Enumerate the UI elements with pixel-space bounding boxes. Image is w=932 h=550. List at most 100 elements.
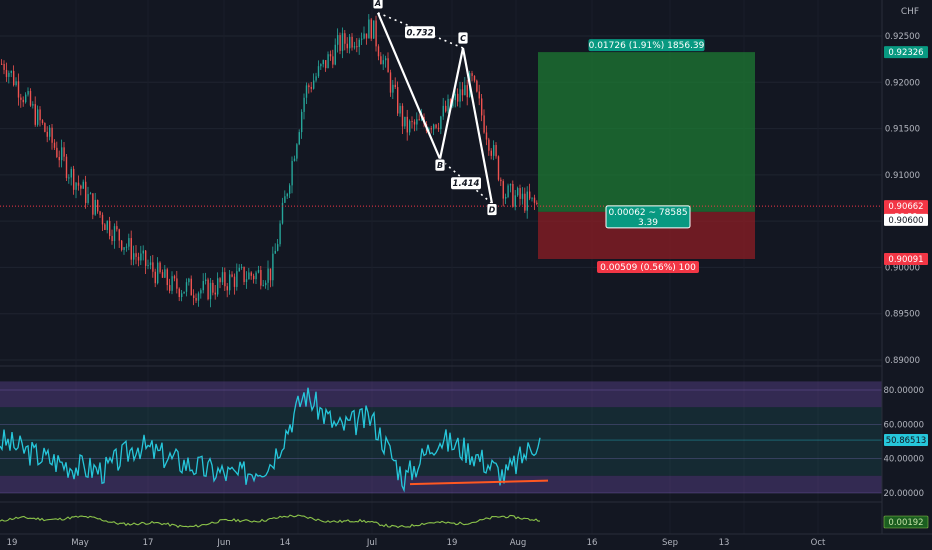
candle-body [188, 278, 190, 283]
rsi-middle-band [0, 407, 882, 476]
rsi-pane[interactable] [0, 381, 882, 494]
candle-body [293, 158, 296, 161]
time-label: Sep [662, 538, 678, 548]
candle-body [147, 265, 149, 267]
rsi-oversold-band [0, 475, 882, 493]
candle-body [435, 124, 437, 128]
price-tick-label: 0.92000 [885, 78, 920, 88]
candle-body [529, 191, 531, 199]
candle-body [377, 46, 380, 57]
candle-body [337, 35, 339, 45]
candle-body [229, 274, 231, 291]
candle-body [461, 89, 464, 96]
candle-body [118, 229, 120, 241]
target-label[interactable]: 0.01726 (1.91%) 1856.39 [588, 39, 705, 52]
trading-chart[interactable]: A B C D 0.732 1.414 0.01726 (1.91%) 1856.39 0… [0, 0, 932, 550]
candle-body [121, 240, 123, 250]
time-label: Aug [510, 538, 527, 548]
candle-body [533, 197, 536, 203]
candle-body [289, 185, 291, 194]
candle-body [370, 19, 372, 39]
candle-body [368, 19, 370, 39]
candle-body [217, 278, 219, 295]
candle-body [56, 147, 58, 157]
candle-body [32, 104, 34, 106]
candle-body [169, 285, 171, 291]
candle-body [255, 272, 257, 280]
candle-body [109, 220, 111, 236]
candle-body [113, 226, 116, 242]
candle-body [344, 33, 346, 44]
candle-body [238, 267, 240, 272]
candle-body [41, 120, 44, 124]
candle-body [181, 293, 183, 298]
candle-body [413, 121, 416, 125]
candle-body [137, 256, 140, 261]
candle-body [85, 181, 87, 203]
candle-body [195, 297, 197, 301]
candle-body [320, 64, 322, 67]
candle-body [133, 253, 135, 260]
candle-body [171, 276, 173, 291]
candle-body [159, 262, 161, 273]
entry-label[interactable]: 0.00062 ~ 78585 3.39 [605, 205, 691, 229]
candle-body [373, 20, 375, 39]
candle-body [502, 181, 504, 199]
candle-body [495, 145, 497, 157]
candle-body [334, 44, 336, 65]
candle-body [164, 269, 166, 278]
candle-body [301, 111, 303, 133]
candle-body [524, 193, 526, 211]
candle-body [250, 272, 252, 276]
candle-body [363, 33, 365, 39]
rsi-tick-label: 80.00000 [883, 386, 924, 396]
candle-body [257, 270, 260, 273]
candle-body [507, 185, 509, 197]
price-axis[interactable]: CHF 0.925000.920000.915000.910000.905000… [881, 0, 932, 534]
candle-body [481, 98, 483, 116]
candle-body [437, 127, 440, 130]
price-tick-label: 0.91000 [885, 171, 920, 181]
candle-body [401, 105, 404, 127]
stop-label[interactable]: 0.00509 (0.56%) 100 [597, 261, 699, 274]
candle-body [231, 274, 233, 277]
candle-body [22, 99, 24, 103]
candle-body [94, 199, 96, 215]
candle-body [154, 271, 156, 284]
candle-body [34, 104, 36, 125]
ratio-label-ac: 0.732 [407, 28, 434, 38]
candle-body [53, 142, 56, 148]
candle-body [409, 121, 411, 133]
candle-body [509, 184, 512, 186]
candle-body [233, 276, 236, 287]
candle-body [308, 85, 310, 88]
candle-body [152, 262, 154, 272]
candle-body [389, 72, 392, 93]
candle-body [27, 91, 29, 95]
candle-body [58, 156, 60, 161]
candle-body [442, 105, 444, 117]
candle-body [13, 70, 15, 86]
candle-body [190, 278, 192, 296]
profit-zone[interactable] [538, 52, 755, 212]
candle-body [277, 244, 279, 251]
time-axis-background [0, 534, 932, 550]
rsi-overbought-band [0, 381, 882, 408]
candle-body [464, 85, 466, 96]
candle-body [123, 247, 125, 250]
time-axis[interactable]: 19 May 17 Jun 14 Jul 19 Aug 16 Sep 13 Oct [0, 533, 932, 550]
candle-body [8, 72, 10, 77]
candle-body [418, 119, 420, 121]
candle-body [536, 202, 538, 204]
candle-body [104, 224, 106, 230]
candle-body [157, 262, 159, 284]
candle-body [353, 46, 356, 48]
candle-body [212, 282, 214, 293]
candle-body [209, 282, 212, 300]
candle-body [485, 132, 488, 140]
candle-body [214, 292, 216, 295]
rsi-tick-label: 60.00000 [883, 420, 924, 430]
candle-body [380, 56, 382, 65]
candle-body [173, 276, 176, 279]
candle-body [296, 144, 298, 159]
